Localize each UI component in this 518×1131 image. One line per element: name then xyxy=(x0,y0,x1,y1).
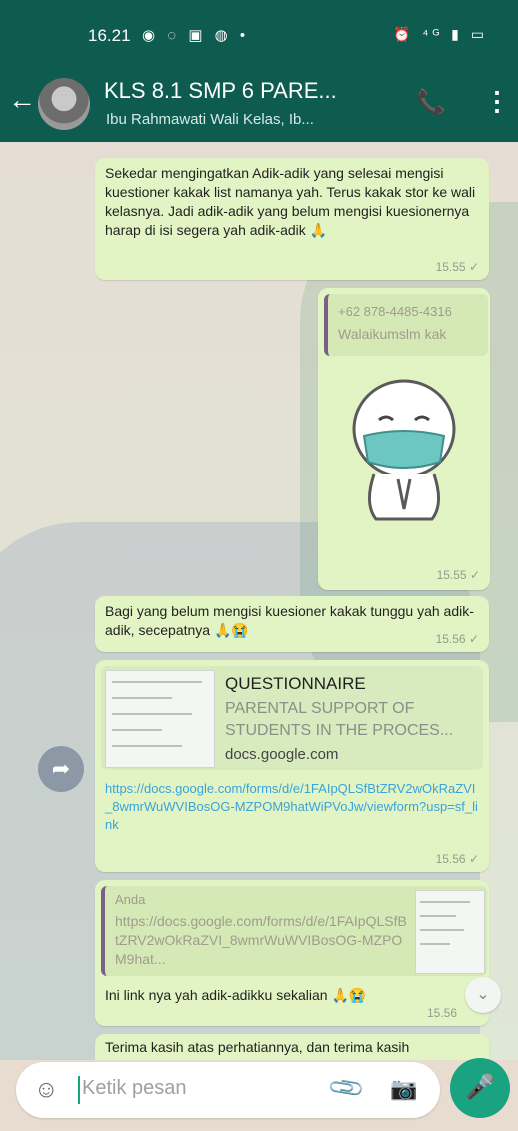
preview-description: STUDENTS IN THE PROCES... xyxy=(225,722,454,739)
chat-subtitle[interactable]: Ibu Rahmawati Wali Kelas, Ib... xyxy=(106,111,314,128)
chat-area[interactable]: Sekedar mengingatkan Adik-adik yang sele… xyxy=(0,142,518,1060)
forward-icon[interactable]: ➦ xyxy=(38,746,84,792)
notification-icons: ◉ ◌ ▣ ◍ • xyxy=(142,27,250,44)
message-input[interactable]: Ketik pesan xyxy=(82,1077,187,1100)
attach-icon[interactable]: 📎 xyxy=(326,1068,368,1109)
quoted-sender: Anda xyxy=(115,892,146,907)
message-time: 15.55 ✓ xyxy=(436,568,480,582)
preview-description: PARENTAL SUPPORT OF xyxy=(225,700,415,717)
add-call-icon[interactable]: 📞 xyxy=(416,88,446,117)
scroll-down-icon[interactable]: ⌄ xyxy=(465,977,501,1013)
system-icons: ⏰ ⁴ᴳ ▮ ▭ xyxy=(393,26,488,42)
message-time: 15.56 xyxy=(426,1006,457,1020)
message-text: Sekedar mengingatkan Adik-adik yang sele… xyxy=(105,165,476,238)
message-bubble[interactable]: +62 878-4485-4316 Walaikumslm kak 15.55 … xyxy=(318,288,490,590)
message-link[interactable]: https://docs.google.com/forms/d/e/1FAIpQ… xyxy=(105,780,479,834)
camera-icon[interactable]: 📷 xyxy=(390,1076,417,1102)
chat-header: ← KLS 8.1 SMP 6 PARE... Ibu Rahmawati Wa… xyxy=(0,68,518,142)
quoted-text: Walaikumslm kak xyxy=(338,326,447,342)
emoji-icon[interactable]: ☺ xyxy=(34,1076,59,1104)
link-preview[interactable]: QUESTIONNAIRE PARENTAL SUPPORT OF STUDEN… xyxy=(101,666,483,770)
sticker-image[interactable] xyxy=(334,374,474,524)
status-bar: 16.21 ◉ ◌ ▣ ◍ • ⏰ ⁴ᴳ ▮ ▭ xyxy=(0,0,518,68)
quoted-message[interactable]: Anda https://docs.google.com/forms/d/e/1… xyxy=(101,886,487,976)
overflow-menu-icon[interactable]: ⋮ xyxy=(484,86,510,117)
message-bubble[interactable]: Terima kasih atas perhatiannya, dan teri… xyxy=(95,1034,489,1060)
mic-button[interactable]: 🎤 xyxy=(450,1058,510,1118)
message-text: Terima kasih atas perhatiannya, dan teri… xyxy=(105,1039,410,1055)
status-time: 16.21 xyxy=(88,26,131,45)
message-bubble[interactable]: Bagi yang belum mengisi kuesioner kakak … xyxy=(95,596,489,652)
text-caret xyxy=(78,1076,80,1104)
message-text: Ini link nya yah adik-adikku sekalian 🙏😭 xyxy=(105,987,367,1003)
quoted-thumbnail xyxy=(415,890,485,974)
message-time: 15.55 ✓ xyxy=(435,260,479,274)
quoted-message[interactable]: +62 878-4485-4316 Walaikumslm kak xyxy=(324,294,488,356)
back-arrow-icon[interactable]: ← xyxy=(8,86,36,114)
chat-title[interactable]: KLS 8.1 SMP 6 PARE... xyxy=(104,78,337,104)
group-avatar[interactable] xyxy=(38,78,90,130)
quoted-sender: +62 878-4485-4316 xyxy=(338,304,452,319)
message-bubble[interactable]: Sekedar mengingatkan Adik-adik yang sele… xyxy=(95,158,489,280)
preview-title: QUESTIONNAIRE xyxy=(225,674,366,693)
message-bubble[interactable]: QUESTIONNAIRE PARENTAL SUPPORT OF STUDEN… xyxy=(95,660,489,872)
message-time: 15.56 ✓ xyxy=(435,852,479,866)
mic-icon: 🎤 xyxy=(465,1074,495,1101)
preview-domain: docs.google.com xyxy=(225,746,339,763)
preview-thumbnail xyxy=(105,670,215,768)
quoted-text: https://docs.google.com/forms/d/e/1FAIpQ… xyxy=(115,913,407,967)
message-input-bar[interactable]: ☺ Ketik pesan 📎 📷 xyxy=(16,1062,440,1118)
message-text: Bagi yang belum mengisi kuesioner kakak … xyxy=(105,603,474,638)
message-time: 15.56 ✓ xyxy=(435,632,479,646)
message-bubble[interactable]: Anda https://docs.google.com/forms/d/e/1… xyxy=(95,880,489,1026)
